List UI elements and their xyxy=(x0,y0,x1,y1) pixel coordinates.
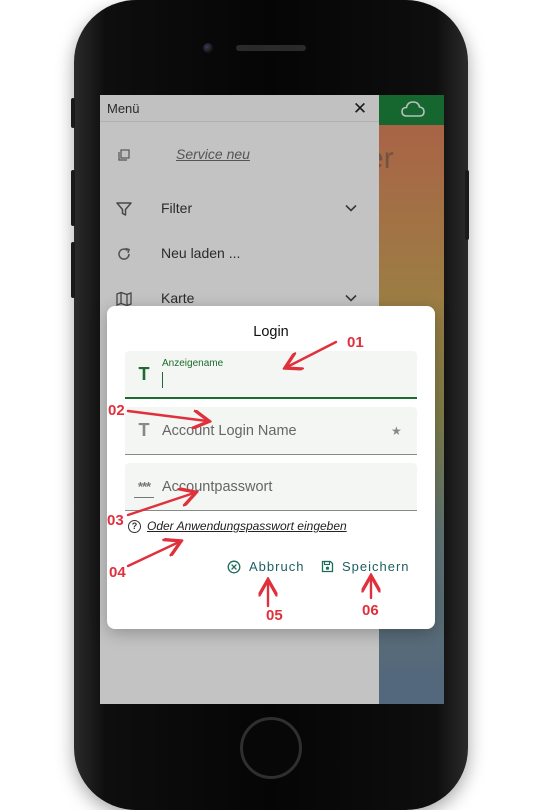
cancel-button-label: Abbruch xyxy=(249,559,305,574)
phone-side-button xyxy=(71,170,75,226)
app-password-link-label: Oder Anwendungspasswort eingeben xyxy=(147,519,347,533)
earpiece-speaker xyxy=(236,45,306,51)
dialog-title: Login xyxy=(253,324,289,340)
phone-side-button xyxy=(71,98,75,128)
save-icon xyxy=(320,560,334,574)
account-password-placeholder: Accountpasswort xyxy=(162,479,273,495)
annotation-02: 02 xyxy=(108,402,125,419)
home-button[interactable] xyxy=(240,717,302,779)
display-name-field[interactable]: T Anzeigename xyxy=(125,351,417,399)
text-caret xyxy=(162,372,163,388)
account-login-name-field[interactable]: T Account Login Name ★ xyxy=(125,407,417,455)
annotation-06: 06 xyxy=(362,602,379,619)
cancel-circle-icon xyxy=(227,560,241,574)
password-icon: *** xyxy=(137,479,151,494)
annotation-05: 05 xyxy=(266,607,283,624)
text-icon: T xyxy=(138,420,150,440)
password-icon-underline xyxy=(134,497,154,498)
phone-side-button xyxy=(465,170,469,240)
annotation-01: 01 xyxy=(347,334,364,351)
login-dialog: Login T Anzeigename T Account Login Name… xyxy=(107,306,435,629)
phone-side-button xyxy=(71,242,75,298)
help-icon: ? xyxy=(128,520,141,533)
text-icon: T xyxy=(138,364,150,384)
account-login-name-placeholder: Account Login Name xyxy=(162,423,297,439)
save-button[interactable]: Speichern xyxy=(320,558,415,578)
cancel-button[interactable]: Abbruch xyxy=(227,558,307,578)
annotation-04: 04 xyxy=(109,564,126,581)
account-password-field[interactable]: *** Accountpasswort xyxy=(125,463,417,511)
front-camera xyxy=(203,43,213,53)
display-name-label: Anzeigename xyxy=(162,358,224,369)
save-button-label: Speichern xyxy=(342,559,410,574)
annotation-03: 03 xyxy=(107,512,124,529)
required-star-icon: ★ xyxy=(391,424,402,438)
